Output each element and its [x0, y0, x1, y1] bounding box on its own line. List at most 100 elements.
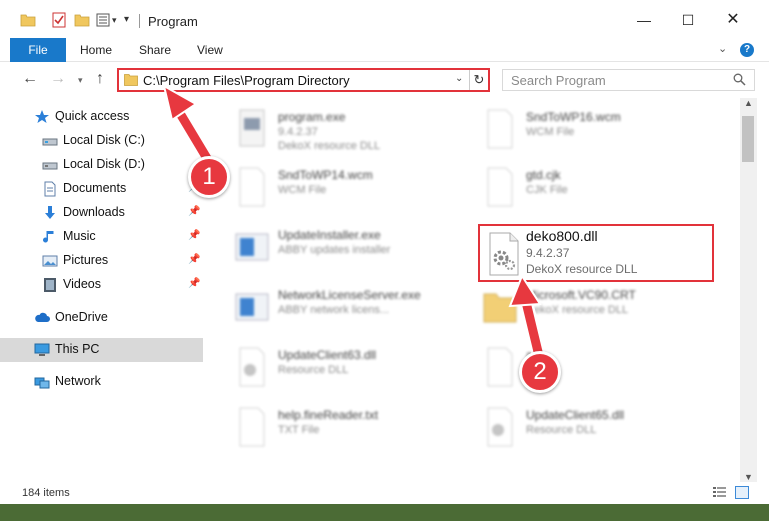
minimize-button[interactable]: — [634, 10, 654, 30]
sidebar-item-label: OneDrive [55, 310, 108, 324]
network-icon [34, 377, 50, 389]
documents-icon [44, 181, 56, 197]
application-icon [235, 233, 269, 261]
music-icon [43, 231, 54, 243]
document-icon [487, 109, 513, 149]
list-item[interactable]: NetworkLicenseServer.exe ABBY network li… [232, 284, 472, 340]
file-name: gtd.cjk [526, 168, 561, 182]
pin-icon[interactable]: 📌 [188, 254, 200, 265]
sidebar-item-label: Documents [63, 181, 127, 195]
close-button[interactable]: ✕ [723, 10, 743, 30]
dll-file-icon [487, 407, 513, 447]
explorer-window: ▾ ▾ Program — ☐ ✕ File Home Share View ⌄… [0, 0, 769, 521]
sidebar-item-music[interactable]: Music 📌 [0, 225, 203, 249]
file-name: help.fineReader.txt [278, 408, 379, 422]
sidebar-item-label: Network [55, 374, 101, 388]
tab-home[interactable]: Home [80, 38, 112, 62]
pin-icon[interactable]: 📌 [188, 206, 200, 217]
customize-toolbar-icon[interactable]: ▾ [124, 12, 134, 28]
cloud-icon [35, 312, 50, 322]
tab-file[interactable]: File [10, 38, 66, 62]
tab-share[interactable]: Share [139, 38, 171, 62]
folder-icon[interactable] [20, 12, 36, 28]
dll-file-icon [239, 347, 265, 387]
maximize-button[interactable]: ☐ [678, 10, 698, 30]
sidebar-item-videos[interactable]: Videos 📌 [0, 273, 203, 297]
tab-view[interactable]: View [197, 38, 223, 62]
chevron-down-icon[interactable]: ▾ [112, 12, 122, 28]
scroll-up-icon[interactable]: ▲ [744, 98, 753, 108]
details-view-icon[interactable] [713, 487, 726, 498]
file-name: UpdateClient63.dll [278, 348, 377, 362]
list-item[interactable]: help.fineReader.txt TXT File [232, 404, 472, 460]
address-dropdown-icon[interactable]: ⌄ [455, 73, 463, 84]
file-version: 9.4.2.37 [526, 246, 570, 260]
file-description: ABBY network licens... [278, 304, 390, 316]
help-icon[interactable]: ? [740, 43, 754, 57]
desktop-background [0, 504, 769, 521]
list-item[interactable]: program.exe 9.4.2.37 DekoX resource DLL [232, 106, 472, 162]
search-box[interactable]: Search Program [502, 69, 755, 91]
file-description: TXT File [278, 424, 320, 436]
back-button[interactable]: ← [22, 70, 38, 88]
videos-icon [44, 278, 56, 292]
sidebar-item-network[interactable]: Network [0, 370, 203, 394]
file-description: ABBY updates installer [278, 244, 391, 256]
sidebar-item-this-pc[interactable]: This PC [0, 338, 203, 362]
sidebar-item-label: Quick access [55, 109, 130, 123]
list-item[interactable]: gtd.cjk CJK File [480, 164, 720, 220]
sidebar-item-downloads[interactable]: Downloads 📌 [0, 201, 203, 225]
ribbon-tabs: File Home Share View ⌄ ? [0, 38, 769, 62]
properties-icon[interactable] [96, 12, 110, 28]
scroll-down-icon[interactable]: ▼ [744, 472, 753, 482]
navigation-bar: ← → ▾ ↑ C:\Program Files\Program Directo… [0, 62, 769, 98]
file-description: WCM File [278, 184, 327, 196]
star-icon [35, 110, 49, 123]
sidebar-item-label: This PC [55, 342, 100, 356]
search-icon [733, 73, 746, 86]
file-description: DekoX resource DLL [278, 140, 381, 152]
step-one-badge: 1 [188, 156, 230, 198]
sidebar-item-label: Local Disk (D:) [63, 157, 145, 171]
pictures-icon [42, 255, 58, 267]
file-name: UpdateInstaller.exe [278, 228, 381, 242]
document-icon [239, 407, 265, 447]
title-separator [139, 14, 140, 28]
title-bar: ▾ ▾ Program — ☐ ✕ [0, 0, 769, 38]
folder-icon [124, 74, 138, 86]
download-icon [45, 206, 55, 219]
tiles-view-icon[interactable] [735, 486, 749, 499]
list-item[interactable]: SndToWP14.wcm WCM File [232, 164, 472, 220]
recent-locations-icon[interactable]: ▾ [78, 75, 83, 86]
drive-icon [42, 162, 58, 170]
file-list: program.exe 9.4.2.37 DekoX resource DLL … [208, 100, 740, 480]
sidebar-item-onedrive[interactable]: OneDrive [0, 306, 203, 330]
expand-ribbon-icon[interactable]: ⌄ [718, 42, 727, 55]
list-item[interactable]: SndToWP16.wcm WCM File [480, 106, 720, 162]
forward-button[interactable]: → [50, 70, 66, 88]
document-icon [487, 167, 513, 207]
file-name: deko800.dll [526, 228, 598, 244]
new-folder-icon[interactable] [74, 12, 90, 28]
pin-icon[interactable]: 📌 [188, 278, 200, 289]
sidebar-item-label: Downloads [63, 205, 125, 219]
sidebar-item-label: Pictures [63, 253, 109, 267]
file-description: CJK File [526, 184, 568, 196]
sidebar-item-label: Local Disk (C:) [63, 133, 145, 147]
file-name: SndToWP14.wcm [278, 168, 373, 182]
properties-check-icon[interactable] [52, 12, 66, 28]
dll-gear-file-icon [489, 232, 519, 276]
drive-icon [42, 138, 58, 146]
sidebar-item-label: Music [63, 229, 96, 243]
pin-icon[interactable]: 📌 [188, 230, 200, 241]
sidebar-item-pictures[interactable]: Pictures 📌 [0, 249, 203, 273]
list-item[interactable]: UpdateClient65.dll Resource DLL [480, 404, 720, 460]
file-version: 9.4.2.37 [278, 126, 318, 138]
scroll-thumb[interactable] [742, 116, 754, 162]
refresh-button[interactable]: ↻ [469, 70, 488, 90]
search-input[interactable]: Search Program [511, 73, 606, 88]
list-item[interactable]: UpdateClient63.dll Resource DLL [232, 344, 472, 400]
list-item[interactable]: UpdateInstaller.exe ABBY updates install… [232, 224, 472, 280]
up-button[interactable]: ↑ [96, 70, 104, 88]
vertical-scrollbar[interactable]: ▲ ▼ [740, 98, 757, 482]
